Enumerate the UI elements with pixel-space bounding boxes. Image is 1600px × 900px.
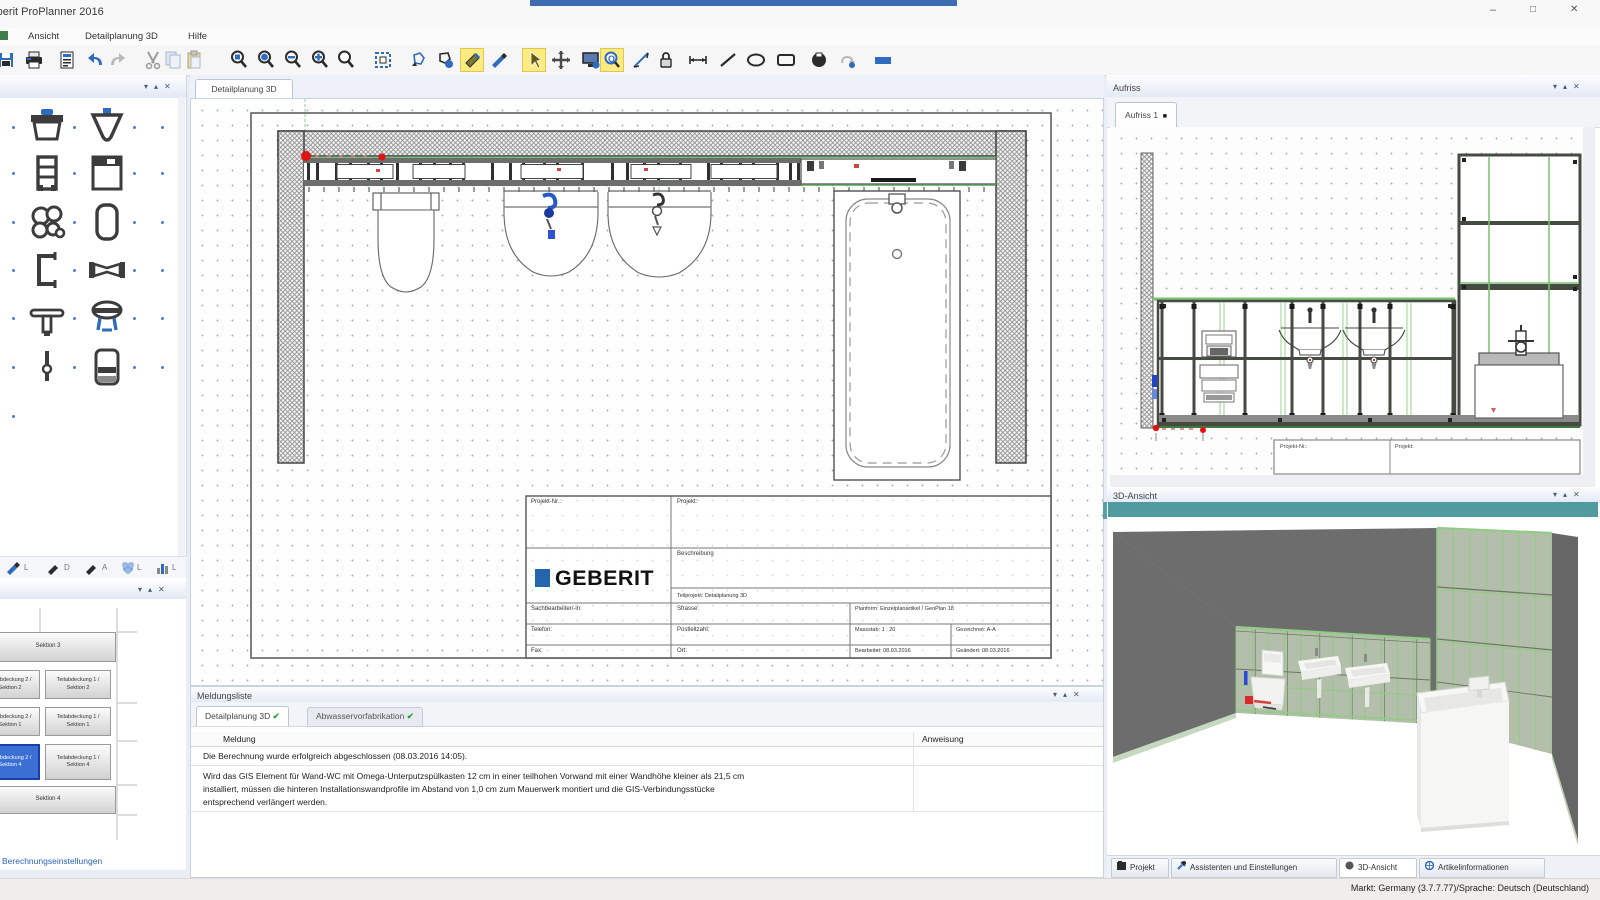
svg-text:Projekt:: Projekt: — [677, 499, 698, 505]
svg-text:Geändert: 08.03.2016: Geändert: 08.03.2016 — [956, 648, 1010, 654]
svg-text:Postleitzahl:: Postleitzahl: — [677, 627, 710, 633]
svg-text:Strasse:: Strasse: — [677, 606, 699, 612]
svg-text:Projekt-Nr.:: Projekt-Nr.: — [531, 499, 561, 505]
svg-text:Telefon:: Telefon: — [531, 627, 552, 633]
svg-text:Bearbeitet: 08.03.2016: Bearbeitet: 08.03.2016 — [855, 648, 911, 654]
svg-text:Beschreibung: Beschreibung — [677, 551, 714, 557]
svg-text:Projekt:: Projekt: — [1395, 444, 1414, 450]
svg-text:Teilprojekt: Detailplanung 3D: Teilprojekt: Detailplanung 3D — [677, 593, 747, 599]
svg-text:Q: Q — [608, 54, 615, 64]
svg-text:GEBERIT: GEBERIT — [555, 566, 654, 590]
svg-text:Planform: Einzelplanartikel: Planform: Einzelplanartikel / GeoPlan 18 — [855, 606, 954, 612]
svg-text:Projekt-Nr.:: Projekt-Nr.: — [1280, 444, 1308, 450]
svg-text:Gezeichnet: A-A: Gezeichnet: A-A — [956, 627, 996, 633]
svg-text:Sachbearbeiter/-in:: Sachbearbeiter/-in: — [531, 606, 582, 612]
svg-text:Fax:: Fax: — [531, 648, 543, 654]
svg-text:Massstab: 1 : 20: Massstab: 1 : 20 — [855, 627, 895, 633]
svg-text:Ort:: Ort: — [677, 648, 687, 654]
